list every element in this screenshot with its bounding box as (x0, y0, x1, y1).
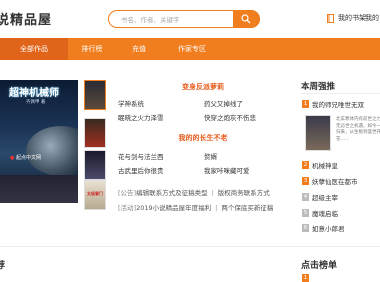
book-link[interactable]: 眠晓之火力泽雪 (118, 112, 164, 122)
nav-author-zone[interactable]: 作家专区 (162, 38, 222, 60)
search-button[interactable] (233, 10, 260, 28)
search-box (108, 10, 260, 28)
notice-row: [公告]编辑联系方式及征稿类型 | 版权商务联系方式 (118, 187, 270, 197)
rank-label: 魔魂启临 (312, 210, 338, 218)
separator: | (215, 204, 218, 212)
book-thumb[interactable] (84, 150, 106, 180)
rank-item[interactable]: 3 妖孽仙医在都市 (302, 176, 380, 186)
site-logo[interactable]: 说精品屋 (0, 9, 52, 28)
main-nav: 全部作品 排行榜 充值 作家专区 (0, 38, 380, 60)
rank-item[interactable]: 6 如意小郎君 (302, 223, 380, 233)
rank-label: 如意小郎君 (312, 225, 345, 233)
separator: | (211, 189, 214, 197)
notice-link[interactable]: 编辑联系方式及征稿类型 (136, 189, 208, 197)
header: 说精品屋 我的书架 我的 (0, 0, 380, 38)
rank-number: 2 (302, 161, 309, 169)
book-thumb[interactable] (84, 118, 106, 148)
rank-item[interactable]: 5 魔魂启临 (302, 208, 380, 218)
rank-item[interactable]: 4 超级主宰 (302, 192, 380, 202)
rank-label: 妖孽仙医在都市 (312, 178, 358, 186)
rank-label: 机械神皇 (312, 162, 338, 170)
nav-recharge[interactable]: 充值 (116, 38, 162, 60)
rank-cover[interactable] (305, 115, 331, 151)
banner-author: 齐佩甲 著 (26, 100, 46, 105)
rank-number: 1 (302, 100, 309, 108)
nav-all-works[interactable]: 全部作品 (0, 38, 68, 60)
recommend-section-title: 荐 (0, 261, 6, 271)
book-link[interactable]: 快穿之炮灰不伤悲 (204, 112, 256, 122)
weekly-recommend-title: 本周强推 (301, 82, 336, 92)
book-icon (327, 13, 334, 23)
rank-item[interactable]: 2 机械神皇 (302, 160, 380, 170)
rank-item[interactable]: 1 我的师兄唯世无双 (302, 99, 380, 109)
rank-label: 超级主宰 (312, 194, 338, 202)
user-link[interactable]: 我的 (365, 13, 379, 23)
banner-brand: ● 起点中文网 (10, 155, 41, 161)
rank-number: 6 (302, 224, 309, 232)
notice-row: [活动]2019小说精品屋年度福利 | 两个保底买新征稿 (118, 202, 273, 212)
rank-label: 我的师兄唯世无双 (312, 101, 364, 109)
featured-banner[interactable]: 超神机械师 齐佩甲 著 ● 起点中文网 (0, 80, 78, 203)
rank-number: 3 (302, 177, 309, 185)
banner-art-ship (0, 175, 78, 203)
book-link[interactable]: 赘婿 (204, 151, 217, 161)
book-link[interactable]: 花与剑与法兰西 (118, 151, 164, 161)
rank-description: 北玄寒体内有前世之力，无忌世之机遇，如今一回归来，从生根到盛世开花…… (336, 117, 380, 142)
notice-tag: [活动] (118, 204, 137, 212)
banner-title: 超神机械师 (9, 88, 59, 99)
notice-link[interactable]: 版权商务联系方式 (218, 189, 270, 197)
search-input[interactable] (119, 12, 233, 28)
nav-rankings[interactable]: 排行榜 (68, 38, 116, 60)
search-icon (241, 14, 251, 24)
book-link[interactable]: 药父又掉线了 (204, 98, 243, 108)
bookshelf-label: 我的书架 (338, 14, 366, 22)
rank-number: 4 (302, 193, 309, 201)
thumb-title: 太极掌门 (87, 191, 103, 196)
book-thumb[interactable] (84, 80, 106, 110)
section-divider (0, 246, 380, 247)
rank-item[interactable]: 1 (302, 274, 380, 282)
book-link[interactable]: 古武里后你很贵 (118, 165, 164, 175)
rank-number: 5 (302, 209, 309, 217)
book-link[interactable]: 我家咔咪藏可爱 (204, 165, 250, 175)
bookshelf-link[interactable]: 我的书架 (327, 13, 366, 23)
section-title[interactable]: 变身反派萝莉 (118, 82, 288, 92)
notice-tag: [公告] (118, 189, 137, 197)
notice-link[interactable]: 2019小说精品屋年度福利 (136, 204, 211, 212)
rank-number: 1 (302, 274, 309, 282)
notice-link[interactable]: 两个保底买新征稿 (221, 204, 273, 212)
divider (301, 93, 380, 94)
banner-art-planet (26, 126, 78, 176)
section-title[interactable]: 我的的长生不老 (118, 133, 288, 143)
book-link[interactable]: 学神系统 (118, 98, 144, 108)
click-ranking-title: 点击榜单 (301, 261, 338, 271)
book-thumb[interactable]: 太极掌门 (84, 180, 106, 210)
